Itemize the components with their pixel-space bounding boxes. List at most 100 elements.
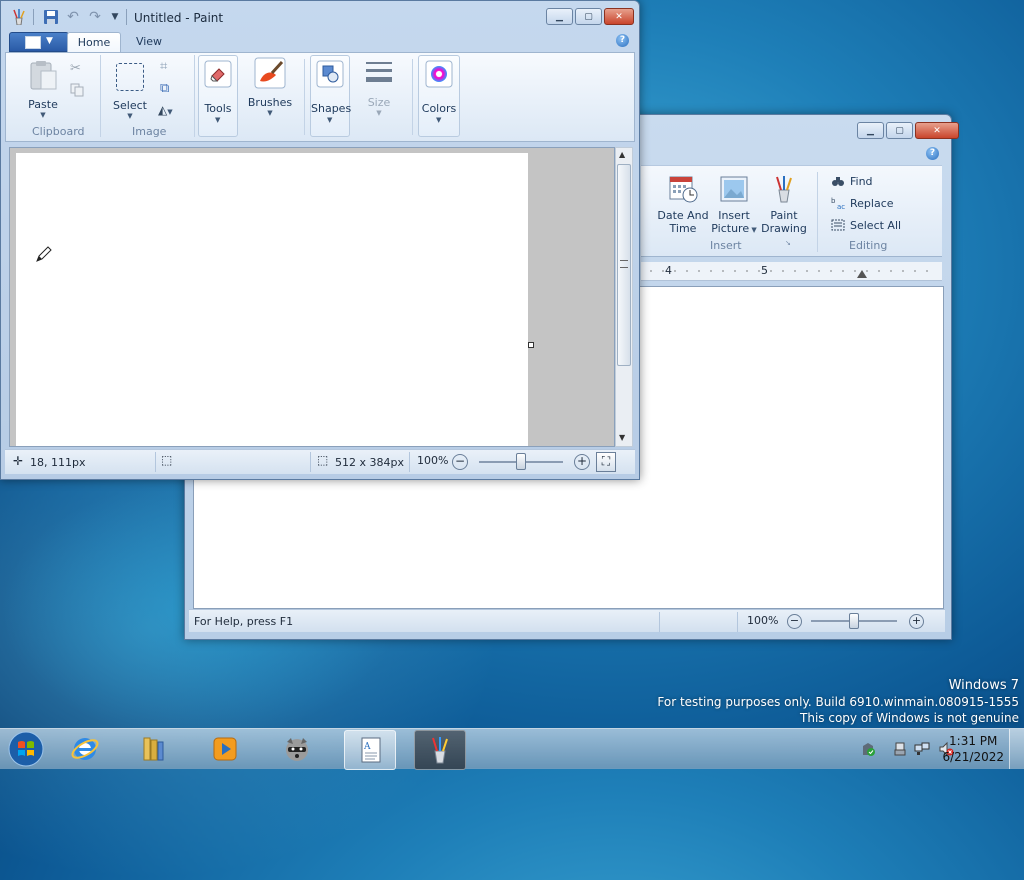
redo-icon[interactable]: ↷ [87, 9, 103, 25]
taskbar-file-explorer[interactable] [128, 730, 178, 768]
brushes-button[interactable]: Brushes ▼ [246, 57, 294, 117]
paste-button[interactable]: Paste ▼ [18, 59, 68, 119]
shapes-icon [316, 60, 344, 88]
wordpad-zoom-thumb[interactable] [849, 613, 859, 629]
tab-home[interactable]: Home [67, 32, 121, 52]
right-indent-marker[interactable] [857, 270, 867, 278]
paint-drawing-button[interactable]: Paint Drawing [761, 174, 807, 235]
menu-dropdown-icon: ▼ [46, 36, 53, 46]
colors-label: Colors [421, 102, 457, 115]
taskbar-wordpad[interactable]: A [344, 730, 396, 770]
scroll-up-icon[interactable]: ▲ [619, 150, 625, 159]
group-divider [817, 172, 818, 252]
action-center-icon[interactable] [860, 741, 876, 757]
paint-help-icon[interactable]: ? [616, 34, 629, 47]
wordpad-close-button[interactable]: ✕ [915, 122, 959, 139]
wordpad-help-icon[interactable]: ? [926, 147, 939, 160]
status-separator [155, 452, 156, 472]
scroll-thumb[interactable] [617, 164, 631, 366]
paint-app-icon[interactable] [11, 9, 27, 25]
paint-close-button[interactable]: ✕ [604, 8, 634, 25]
select-label: Select [113, 99, 147, 112]
insert-picture-label1: Insert [718, 209, 750, 222]
paint-status-bar: ✛ 18, 111px ⬚ ⬚ 512 x 384px 100% − + ⛶ [5, 449, 635, 474]
select-dropdown-icon: ▼ [127, 112, 133, 120]
paint-minimize-button[interactable]: ▁ [546, 8, 573, 25]
customize-qat-icon[interactable]: ▼ [107, 9, 123, 25]
copy-icon[interactable] [70, 83, 84, 97]
select-all-icon [831, 219, 845, 231]
editing-group-label: Editing [849, 239, 888, 252]
insert-picture-label2: Picture ▼ [711, 222, 757, 235]
svg-text:A: A [363, 742, 371, 752]
tools-button[interactable]: Tools ▼ [198, 55, 238, 137]
date-and-time-button[interactable]: Date And Time [657, 174, 709, 235]
select-all-button[interactable]: Select All [831, 218, 901, 232]
clipboard-icon [30, 61, 57, 90]
resize-icon[interactable]: ⧉ [160, 81, 169, 96]
crop-icon[interactable]: ⌗ [160, 59, 167, 74]
watermark-line-1: Windows 7 [948, 678, 1019, 693]
rotate-icon[interactable]: ◭▼ [158, 103, 173, 117]
drawing-canvas[interactable] [16, 153, 528, 446]
canvas-vertical-scrollbar[interactable]: ▲ ▼ [615, 147, 633, 447]
line-size-icon [366, 62, 392, 82]
insert-picture-button[interactable]: Insert Picture ▼ [711, 174, 757, 237]
taskbar-raccoon-app[interactable] [272, 730, 322, 768]
save-icon[interactable] [43, 9, 59, 25]
taskbar-paint[interactable] [414, 730, 466, 770]
paint-zoom-in-icon[interactable]: + [574, 454, 590, 470]
paint-ribbon-tabs: ▼ Home View ? [5, 30, 635, 52]
raccoon-icon [286, 738, 308, 761]
start-button[interactable] [2, 730, 50, 768]
replace-button[interactable]: b ac Replace [831, 196, 894, 211]
scroll-down-icon[interactable]: ▼ [619, 433, 625, 442]
taskbar-internet-explorer[interactable] [60, 730, 110, 768]
paint-zoom-out-icon[interactable]: − [452, 454, 468, 470]
tools-label: Tools [204, 102, 232, 115]
wordpad-minimize-button[interactable]: ▁ [857, 122, 884, 139]
svg-text:b: b [831, 197, 836, 205]
group-divider [304, 59, 305, 135]
cut-icon[interactable]: ✂ [70, 61, 81, 76]
system-clock[interactable]: 1:31 PM 6/21/2022 [942, 733, 1004, 765]
find-button[interactable]: Find [831, 174, 873, 188]
binoculars-icon [832, 177, 844, 186]
wordpad-zoom-out-icon[interactable]: − [787, 614, 802, 629]
clock-time: 1:31 PM [949, 734, 998, 748]
tools-pencil-eraser-icon [204, 60, 232, 88]
svg-text:ac: ac [837, 203, 845, 210]
size-button[interactable]: Size ▼ [358, 57, 400, 117]
taskbar-media-player[interactable] [200, 730, 250, 768]
status-separator [409, 452, 410, 472]
shapes-dropdown-icon: ▼ [327, 116, 333, 124]
paint-zoom-thumb[interactable] [516, 453, 526, 470]
network-icon[interactable] [914, 741, 930, 757]
safely-remove-hardware-icon[interactable] [892, 741, 908, 757]
wordpad-maximize-button[interactable]: ▢ [886, 122, 913, 139]
clipboard-group-label: Clipboard [32, 125, 85, 138]
undo-icon[interactable]: ↶ [65, 9, 81, 25]
canvas-scroll-area [9, 147, 615, 447]
tab-view[interactable]: View [125, 32, 173, 51]
fit-to-window-icon[interactable]: ⛶ [596, 452, 616, 472]
wordpad-zoom-in-icon[interactable]: + [909, 614, 924, 629]
paint-window-title: Untitled - Paint [134, 11, 224, 25]
wordpad-ruler: 4 5 [641, 262, 942, 281]
select-button[interactable]: Select ▼ [108, 59, 152, 120]
ruler-mark-4: 4 [665, 264, 672, 277]
brushes-label: Brushes [247, 96, 293, 109]
canvas-size-icon: ⬚ [317, 453, 329, 467]
colors-button[interactable]: Colors ▼ [418, 55, 460, 137]
paint-drawing-label1: Paint [770, 209, 798, 222]
shapes-button[interactable]: Shapes ▼ [310, 55, 351, 137]
wordpad-caption-buttons: ▁ ▢ ✕ [857, 122, 959, 139]
paint-maximize-button[interactable]: ▢ [575, 8, 602, 25]
canvas-resize-handle[interactable] [528, 342, 534, 348]
brushes-dropdown-icon: ▼ [267, 109, 273, 117]
show-desktop-button[interactable] [1009, 729, 1024, 769]
watermark-line-2: For testing purposes only. Build 6910.wi… [657, 695, 1019, 709]
paint-menu-button[interactable]: ▼ [9, 32, 69, 52]
insert-group-launcher-icon[interactable]: ↘ [785, 239, 792, 247]
status-separator [737, 612, 738, 632]
